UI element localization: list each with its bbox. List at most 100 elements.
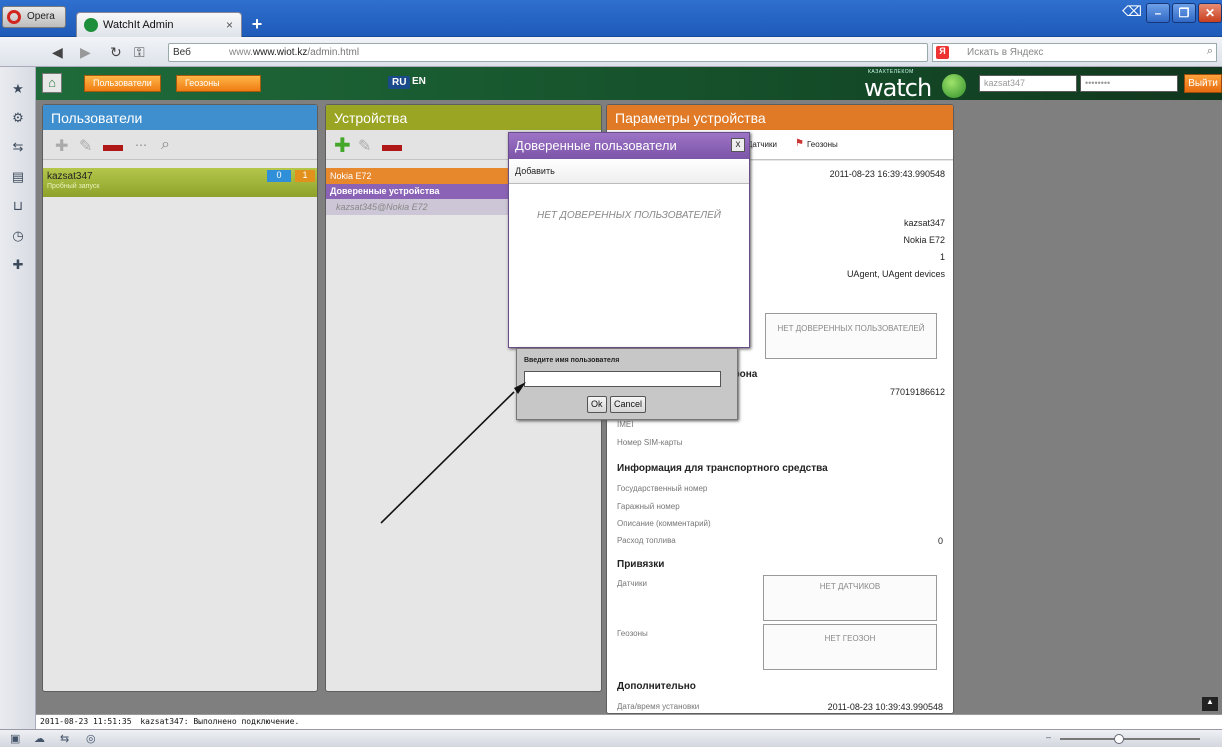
watchit-favicon-icon xyxy=(84,18,98,32)
logout-button[interactable]: Выйти xyxy=(1184,74,1222,93)
dialog-title: Доверенные пользователи xyxy=(515,138,677,153)
turbo-icon[interactable]: ☁ xyxy=(34,732,45,745)
unite-icon[interactable]: ⇆ xyxy=(60,732,69,745)
dialog-add-button[interactable]: Добавить xyxy=(509,159,749,184)
install-value: 2011-08-23 10:39:43.990548 xyxy=(827,702,943,712)
geozones-tab[interactable]: Геозоны xyxy=(807,140,838,149)
bookmarks-icon[interactable]: ★ xyxy=(10,81,26,97)
vehicle-field: Государственный номер xyxy=(617,484,708,493)
lang-ru-button[interactable]: RU xyxy=(388,76,411,89)
params-model: Nokia E72 xyxy=(903,235,945,245)
yandex-icon[interactable]: Я xyxy=(936,46,949,59)
prompt-ok-button[interactable]: Ok xyxy=(587,396,607,413)
event-log: 2011-08-23 11:51:35 kazsat347: Выполнено… xyxy=(36,714,1222,729)
history-icon[interactable]: ◷ xyxy=(10,228,26,244)
browser-side-panel: ★ ⚙ ⇆ ▤ ⊔ ◷ ✚ xyxy=(0,67,36,730)
user-name: kazsat347 xyxy=(47,171,93,182)
browser-tab-bar: Opera WatchIt Admin × + ⌫ – ❐ ✕ xyxy=(0,0,1222,37)
params-number: 1 xyxy=(939,252,945,262)
bindings-section-title: Привязки xyxy=(617,559,665,570)
restore-icon[interactable]: ❐ xyxy=(1172,3,1196,23)
edit-user-icon[interactable]: ✎ xyxy=(79,136,92,156)
key-icon[interactable]: ⚿ xyxy=(134,44,145,61)
params-panel-title: Параметры устройства xyxy=(607,105,953,130)
phone-number: 77019186612 xyxy=(889,387,945,397)
browser-status-bar: ▣ ☁ ⇆ ◎ – xyxy=(0,729,1222,747)
prompt-cancel-button[interactable]: Cancel xyxy=(610,396,647,413)
vehicle-field: Расход топлива xyxy=(617,536,676,545)
back-icon[interactable]: ◀ xyxy=(52,44,63,61)
sensors-label: Датчики xyxy=(617,579,647,588)
geozones-nav-button[interactable]: Геозоны xyxy=(176,75,261,92)
dialog-empty-text: НЕТ ДОВЕРЕННЫХ ПОЛЬЗОВАТЕЛЕЙ xyxy=(537,210,721,221)
search-user-icon[interactable]: ⌕ xyxy=(161,136,170,154)
reload-icon[interactable]: ↻ xyxy=(110,44,122,61)
vehicle-field: Гаражный номер xyxy=(617,502,680,511)
trusted-users-dialog: Доверенные пользователи x Добавить НЕТ Д… xyxy=(508,132,750,348)
login-password-field[interactable]: •••••••• xyxy=(1080,75,1178,92)
user-device-badge: 1 xyxy=(295,170,315,182)
forward-icon[interactable]: ▶ xyxy=(80,44,91,61)
add-user-icon[interactable]: ✚ xyxy=(55,136,68,156)
sensors-box: НЕТ ДАТЧИКОВ xyxy=(763,575,937,621)
url-host: www.wiot.kz xyxy=(252,47,308,58)
zoom-out-icon[interactable]: – xyxy=(1046,732,1051,742)
sim-label: Номер SIM-карты xyxy=(617,438,683,447)
devices-panel-title: Устройства xyxy=(326,105,601,130)
users-toolbar: ✚ ✎ ▬ ⋯ ⌕ xyxy=(43,130,317,160)
add-device-icon[interactable]: ✚ xyxy=(334,133,351,158)
opera-menu-button[interactable]: Opera xyxy=(2,6,66,28)
username-input[interactable] xyxy=(524,371,721,387)
log-timestamp: 2011-08-23 11:51:35 xyxy=(40,717,132,726)
new-tab-button[interactable]: + xyxy=(246,14,268,34)
close-window-icon[interactable]: ✕ xyxy=(1198,3,1222,23)
address-toolbar: ◀ ▶ ↻ ⚿ Веб www.www.wiot.kz/admin.html Я… xyxy=(0,37,1222,67)
minimize-icon[interactable]: – xyxy=(1146,3,1170,23)
widgets-icon[interactable]: ⚙ xyxy=(10,110,26,126)
zoom-slider[interactable] xyxy=(1060,734,1200,744)
transfers-icon[interactable]: ⊔ xyxy=(10,198,26,214)
app-navbar: ⌂ Пользователи Геозоны RU EN КАЗАХТЕЛЕКО… xyxy=(36,67,1222,102)
trash-icon[interactable]: ⌫ xyxy=(1120,3,1144,25)
params-groups: UAgent, UAgent devices xyxy=(846,269,945,279)
logo-orb-icon xyxy=(942,74,966,98)
users-panel-title: Пользователи xyxy=(43,105,317,130)
more-icon[interactable]: ⋯ xyxy=(135,138,147,152)
users-nav-button[interactable]: Пользователи xyxy=(84,75,161,92)
geozone-tab-icon: ⚑ xyxy=(795,138,804,149)
search-field[interactable]: Я Искать в Яндекс ⌕ xyxy=(932,43,1217,62)
user-row[interactable]: kazsat347 Пробный запуск 0 1 xyxy=(43,168,317,197)
address-field[interactable]: Веб www.www.wiot.kz/admin.html xyxy=(168,43,928,62)
notes-icon[interactable]: ▤ xyxy=(10,169,26,185)
add-panel-icon[interactable]: ✚ xyxy=(10,257,26,273)
lang-en-button[interactable]: EN xyxy=(412,76,426,87)
tab-title: WatchIt Admin xyxy=(103,19,174,31)
delete-user-icon[interactable]: ▬ xyxy=(103,134,123,157)
log-message: kazsat347: Выполнено подключение. xyxy=(140,717,300,726)
params-date: 2011-08-23 16:39:43.990548 xyxy=(829,169,945,179)
search-icon[interactable]: ⌕ xyxy=(1207,45,1213,58)
zoom-slider-knob[interactable] xyxy=(1114,734,1124,744)
scroll-up-icon[interactable]: ▲ xyxy=(1202,697,1218,711)
speed-dial-icon[interactable]: ◎ xyxy=(86,732,96,745)
home-icon[interactable]: ⌂ xyxy=(42,73,62,93)
params-user: kazsat347 xyxy=(903,218,945,228)
share-icon[interactable]: ⇆ xyxy=(10,139,26,155)
url-path: /admin.html xyxy=(307,47,360,58)
sensors-tab[interactable]: Датчики xyxy=(747,140,777,149)
geozones-label: Геозоны xyxy=(617,629,648,638)
edit-device-icon[interactable]: ✎ xyxy=(358,136,371,156)
opera-logo-icon xyxy=(7,10,21,24)
search-placeholder: Искать в Яндекс xyxy=(967,47,1044,58)
fuel-value: 0 xyxy=(937,536,943,546)
dialog-close-icon[interactable]: x xyxy=(731,138,745,152)
browser-tab[interactable]: WatchIt Admin × xyxy=(76,12,242,37)
geozones-box: НЕТ ГЕОЗОН xyxy=(763,624,937,670)
login-username-field[interactable]: kazsat347 xyxy=(979,75,1077,92)
vehicle-section-title: Информация для транспортного средства xyxy=(617,463,828,474)
delete-device-icon[interactable]: ▬ xyxy=(382,134,402,157)
user-subtitle: Пробный запуск xyxy=(47,183,100,190)
tab-close-icon[interactable]: × xyxy=(226,18,233,32)
panels-toggle-icon[interactable]: ▣ xyxy=(10,732,20,745)
trusted-users-box: НЕТ ДОВЕРЕННЫХ ПОЛЬЗОВАТЕЛЕЙ xyxy=(765,313,937,359)
